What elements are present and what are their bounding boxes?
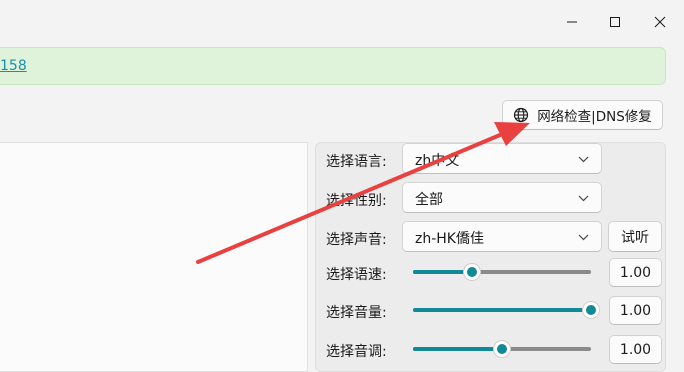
voice-label: 选择声音: <box>326 232 387 248</box>
language-label: 选择语言: <box>326 154 387 170</box>
voice-value: zh-HK僑佳 <box>415 231 484 247</box>
voice-select[interactable]: zh-HK僑佳 <box>402 221 602 252</box>
rate-value-box[interactable]: 1.00 <box>609 258 662 287</box>
network-check-dns-repair-button[interactable]: 网络检查|DNS修复 <box>502 100 663 130</box>
banner-link[interactable]: 158 <box>0 58 27 74</box>
volume-value: 1.00 <box>619 302 652 319</box>
close-button[interactable] <box>642 8 678 36</box>
maximize-icon <box>610 17 620 27</box>
chevron-down-icon <box>578 195 589 202</box>
rate-slider[interactable] <box>413 262 591 282</box>
rate-label: 选择语速: <box>326 267 387 283</box>
volume-slider[interactable] <box>413 300 600 320</box>
language-value: zh中文 <box>415 153 460 169</box>
preview-label: 试听 <box>621 229 649 246</box>
volume-label: 选择音量: <box>326 305 387 321</box>
globe-icon <box>514 107 529 123</box>
chevron-down-icon <box>578 156 589 163</box>
minimize-button[interactable] <box>554 8 590 36</box>
dns-button-label: 网络检查|DNS修复 <box>537 109 652 125</box>
language-select[interactable]: zh中文 <box>402 143 602 174</box>
pitch-slider[interactable] <box>413 339 591 359</box>
gender-select[interactable]: 全部 <box>402 182 602 213</box>
rate-slider-thumb[interactable] <box>462 263 481 281</box>
minimize-icon <box>567 21 577 23</box>
gender-value: 全部 <box>415 192 443 208</box>
volume-slider-thumb[interactable] <box>582 301 600 319</box>
close-icon <box>654 16 666 28</box>
pitch-value: 1.00 <box>619 341 652 358</box>
volume-value-box[interactable]: 1.00 <box>609 296 662 325</box>
preview-voice-button[interactable]: 试听 <box>608 221 662 252</box>
chevron-down-icon <box>578 234 589 241</box>
pitch-slider-thumb[interactable] <box>493 340 511 358</box>
info-banner: 158 <box>0 47 666 85</box>
rate-value: 1.00 <box>619 264 652 281</box>
title-bar <box>0 0 684 44</box>
gender-label: 选择性别: <box>326 193 387 209</box>
text-input-area[interactable] <box>0 142 308 372</box>
maximize-button[interactable] <box>597 8 633 36</box>
pitch-label: 选择音调: <box>326 344 387 360</box>
pitch-value-box[interactable]: 1.00 <box>609 335 662 364</box>
